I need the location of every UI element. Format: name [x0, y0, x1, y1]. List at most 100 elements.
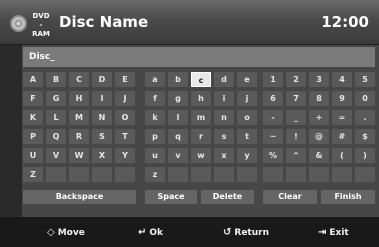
keyboard-key[interactable]: W — [69, 148, 89, 163]
keyboard-key[interactable]: S — [92, 129, 112, 144]
keyboard-key[interactable]: p — [145, 129, 165, 144]
keyboard-key[interactable]: L — [46, 110, 66, 125]
keyboard-key[interactable]: - — [263, 110, 283, 125]
keyboard-key[interactable]: 7 — [286, 91, 306, 106]
keyboard-key[interactable]: K — [23, 110, 43, 125]
keyboard-key[interactable]: t — [237, 129, 257, 144]
keyboard-key[interactable]: l — [168, 110, 188, 125]
keyboard-key[interactable] — [92, 167, 112, 182]
keyboard-key[interactable]: C — [69, 72, 89, 87]
keyboard-key[interactable]: I — [92, 91, 112, 106]
keyboard-key[interactable] — [168, 167, 188, 182]
disc-name-input[interactable]: Disc_ — [23, 47, 375, 67]
keyboard-key[interactable]: R — [69, 129, 89, 144]
keyboard-key[interactable]: D — [92, 72, 112, 87]
delete-button[interactable]: Delete — [201, 190, 254, 204]
keyboard-key[interactable] — [237, 167, 257, 182]
keyboard-key[interactable] — [46, 167, 66, 182]
hint-return-label: Return — [234, 228, 269, 238]
finish-button[interactable]: Finish — [321, 190, 375, 204]
keyboard-key[interactable]: H — [69, 91, 89, 106]
keyboard-key[interactable] — [332, 167, 352, 182]
space-button[interactable]: Space — [145, 190, 197, 204]
keyboard-key[interactable]: b — [168, 72, 188, 87]
media-label-top: DVD — [32, 12, 50, 20]
keyboard-key[interactable]: 2 — [286, 72, 306, 87]
keyboard-key[interactable]: F — [23, 91, 43, 106]
keyboard-key[interactable]: $ — [355, 129, 375, 144]
keyboard-key[interactable]: h — [191, 91, 211, 106]
keyboard-key[interactable]: q — [168, 129, 188, 144]
keyboard-key[interactable]: M — [69, 110, 89, 125]
keyboard-key[interactable]: . — [355, 110, 375, 125]
keyboard-key[interactable]: 3 — [309, 72, 329, 87]
keyboard-key[interactable]: u — [145, 148, 165, 163]
keyboard-key[interactable]: z — [145, 167, 165, 182]
keyboard-key[interactable]: 6 — [263, 91, 283, 106]
keyboard-key[interactable]: 0 — [355, 91, 375, 106]
keyboard-key[interactable] — [69, 167, 89, 182]
keyboard-key[interactable]: y — [237, 148, 257, 163]
keyboard-key[interactable]: O — [115, 110, 135, 125]
keyboard-key[interactable]: E — [115, 72, 135, 87]
keyboard-key[interactable]: X — [92, 148, 112, 163]
keyboard-key[interactable]: ( — [332, 148, 352, 163]
keyboard-key-selected[interactable]: c — [191, 72, 211, 87]
keyboard-key[interactable]: w — [191, 148, 211, 163]
keyboard-key[interactable]: o — [237, 110, 257, 125]
keyboard-key[interactable]: k — [145, 110, 165, 125]
keyboard-key[interactable]: P — [23, 129, 43, 144]
keyboard-key[interactable] — [286, 167, 306, 182]
keyboard-key[interactable]: ! — [286, 129, 306, 144]
keyboard-key[interactable]: B — [46, 72, 66, 87]
keyboard-key[interactable]: + — [309, 110, 329, 125]
keyboard-key[interactable]: V — [46, 148, 66, 163]
keyboard-key[interactable]: % — [263, 148, 283, 163]
keyboard-key[interactable]: 1 — [263, 72, 283, 87]
keyboard-key[interactable]: r — [191, 129, 211, 144]
keyboard-key[interactable]: Q — [46, 129, 66, 144]
keyboard-key[interactable]: n — [214, 110, 234, 125]
keyboard-key[interactable]: G — [46, 91, 66, 106]
keyboard-key[interactable]: Y — [115, 148, 135, 163]
hint-exit: ⇥ Exit — [318, 227, 349, 238]
keyboard-key[interactable]: ^ — [286, 148, 306, 163]
keyboard-key[interactable]: Z — [23, 167, 43, 182]
keyboard-key[interactable]: 5 — [355, 72, 375, 87]
clear-button[interactable]: Clear — [263, 190, 317, 204]
keyboard-key[interactable]: 4 — [332, 72, 352, 87]
keyboard-key[interactable] — [115, 167, 135, 182]
keyboard-key[interactable] — [355, 167, 375, 182]
keyboard-key[interactable]: x — [214, 148, 234, 163]
keyboard-key[interactable]: _ — [286, 110, 306, 125]
keyboard-key[interactable]: U — [23, 148, 43, 163]
keyboard-key[interactable]: ~ — [263, 129, 283, 144]
keyboard-key[interactable]: = — [332, 110, 352, 125]
keyboard-key[interactable] — [263, 167, 283, 182]
keyboard-key[interactable] — [191, 167, 211, 182]
keyboard-key[interactable]: s — [214, 129, 234, 144]
keyboard-key[interactable]: j — [237, 91, 257, 106]
keyboard-key[interactable]: 9 — [332, 91, 352, 106]
keyboard-key[interactable]: # — [332, 129, 352, 144]
keyboard-key[interactable]: 8 — [309, 91, 329, 106]
keyboard-key[interactable]: e — [237, 72, 257, 87]
keyboard-key[interactable]: i — [214, 91, 234, 106]
keyboard-key[interactable]: g — [168, 91, 188, 106]
keyboard-key[interactable]: & — [309, 148, 329, 163]
keyboard-key[interactable] — [309, 167, 329, 182]
keyboard-key[interactable]: d — [214, 72, 234, 87]
keyboard-key[interactable]: f — [145, 91, 165, 106]
keyboard-key[interactable]: v — [168, 148, 188, 163]
keyboard-key[interactable]: @ — [309, 129, 329, 144]
keyboard-key[interactable]: T — [115, 129, 135, 144]
keyboard-key[interactable]: N — [92, 110, 112, 125]
backspace-button[interactable]: Backspace — [23, 190, 136, 204]
keyboard-key[interactable]: A — [23, 72, 43, 87]
keyboard-key[interactable]: ) — [355, 148, 375, 163]
keyboard-key[interactable]: a — [145, 72, 165, 87]
keyboard-key[interactable]: m — [191, 110, 211, 125]
keyboard-key[interactable] — [214, 167, 234, 182]
keyboard-key[interactable]: J — [115, 91, 135, 106]
hint-ok-label: Ok — [149, 228, 164, 238]
